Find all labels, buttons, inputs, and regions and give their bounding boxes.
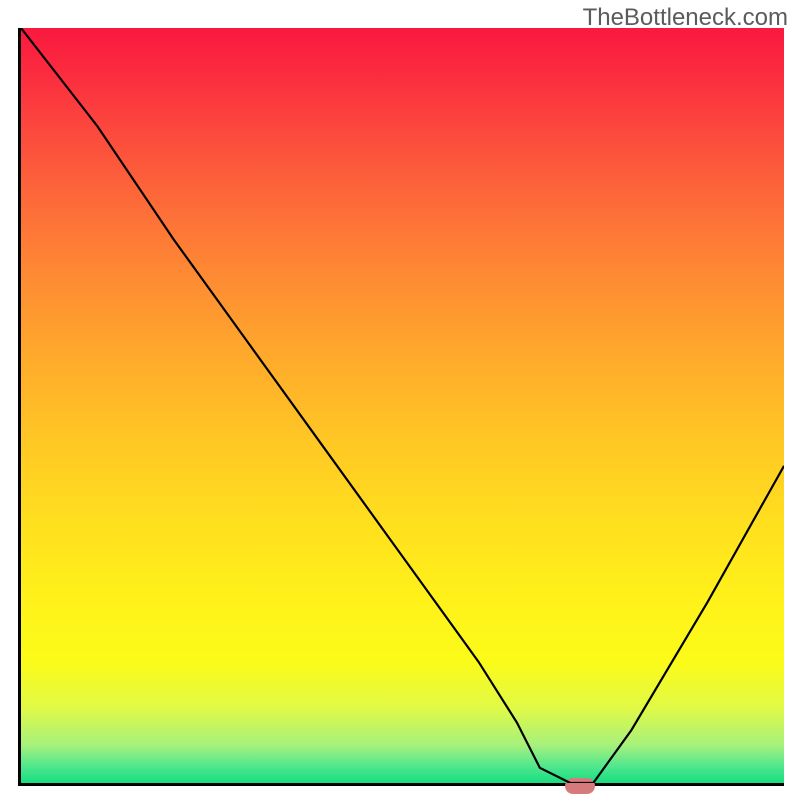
plot-area	[18, 28, 784, 786]
chart-container: TheBottleneck.com	[0, 0, 800, 800]
curve-svg	[21, 28, 784, 783]
watermark-text: TheBottleneck.com	[583, 4, 788, 32]
curve-path	[21, 28, 784, 783]
